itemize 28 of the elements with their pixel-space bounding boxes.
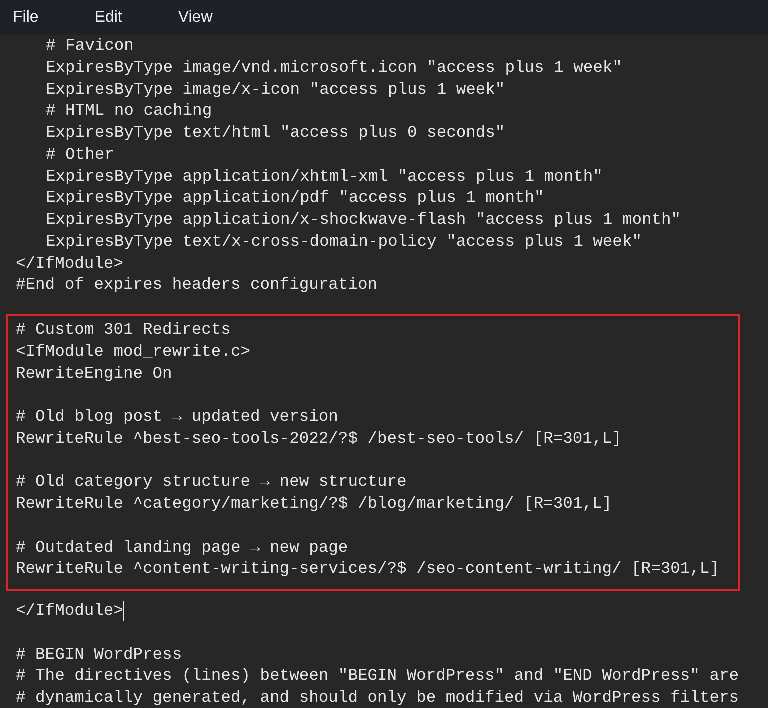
code-line: ExpiresByType image/vnd.microsoft.icon "access plus 1 week" [46, 56, 622, 78]
code-line: RewriteRule ^best-seo-tools-2022/?$ /best-seo-tools/ [R=301,L] [16, 428, 622, 450]
code-line: <IfModule mod_rewrite.c> [16, 340, 250, 362]
code-line: </IfModule> [16, 600, 124, 622]
code-line: # HTML no caching [46, 100, 212, 122]
code-line: #End of expires headers configuration [16, 274, 378, 296]
code-line: # dynamically generated, and should only be modified via WordPress filters [16, 687, 740, 708]
code-line: ExpiresByType application/pdf "access plus 1 month" [46, 187, 544, 209]
code-line: ExpiresByType application/xhtml-xml "access plus 1 month" [46, 166, 603, 188]
code-line: # Other [46, 144, 114, 166]
code-line: RewriteEngine On [16, 362, 172, 384]
code-line: # Old category structure → new structure [16, 471, 407, 493]
code-line: # Old blog post → updated version [16, 406, 338, 428]
menu-item[interactable]: View [171, 4, 220, 30]
code-line: ExpiresByType application/x-shockwave-flash "access plus 1 month" [46, 209, 682, 231]
code-line: # The directives (lines) between "BEGIN WordPress" and "END WordPress" are [16, 665, 740, 687]
code-line: RewriteRule ^content-writing-services/?$ /seo-content-writing/ [R=301,L] [16, 558, 720, 580]
code-line: ExpiresByType text/html "access plus 0 seconds" [46, 122, 506, 144]
menu-item[interactable]: File [6, 4, 46, 30]
code-line: </IfModule> [16, 252, 124, 274]
code-line: # Outdated landing page → new page [16, 536, 348, 558]
code-line: # Favicon [46, 35, 134, 57]
code-line: # Custom 301 Redirects [16, 319, 231, 341]
code-line: ExpiresByType image/x-icon "access plus 1 week" [46, 78, 506, 100]
code-line: RewriteRule ^category/marketing/?$ /blog/marketing/ [R=301,L] [16, 493, 612, 515]
menu-item[interactable]: Edit [88, 4, 130, 30]
code-line: # BEGIN WordPress [16, 644, 182, 666]
code-line: ExpiresByType text/x-cross-domain-policy "access plus 1 week" [46, 230, 642, 252]
